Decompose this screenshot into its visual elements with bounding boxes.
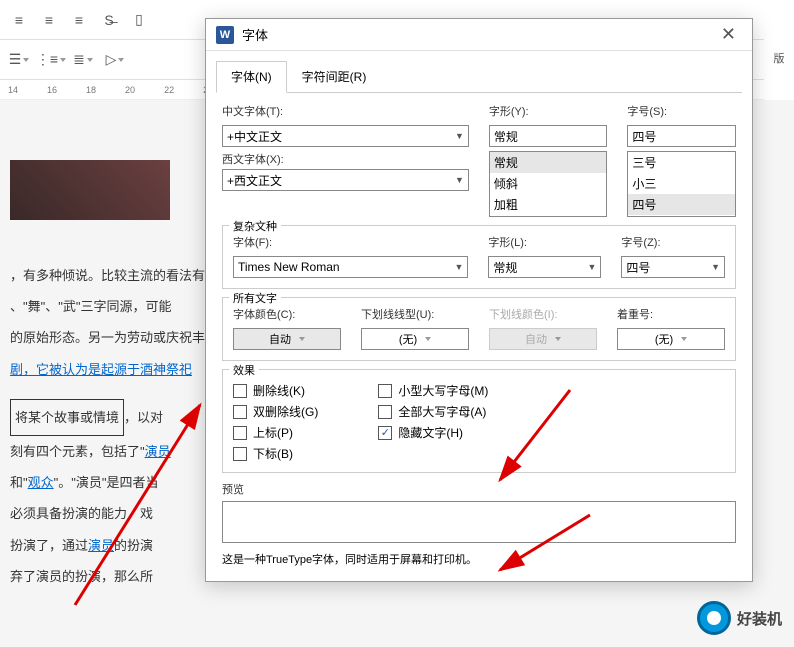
group-complex: 复杂文种 字体(F): 字形(L): 字号(Z): Times New Roma… — [222, 225, 736, 289]
check-allcaps[interactable]: 全部大写字母(A) — [378, 403, 488, 420]
group-title-effects: 效果 — [229, 362, 259, 378]
doc-line: 的原始形态。另一为劳动或庆祝丰 — [10, 322, 220, 353]
label-west-font: 西文字体(X): — [222, 151, 469, 167]
doc-line: 刻有四个元素，包括了"演员 — [10, 436, 220, 467]
list-outline-icon[interactable]: ≣ — [72, 49, 94, 71]
label-preview: 预览 — [222, 481, 736, 497]
chevron-down-icon: ▼ — [455, 262, 464, 272]
align-left-icon[interactable]: ≡ — [8, 9, 30, 31]
chevron-down-icon: ▼ — [455, 175, 464, 185]
tab-spacing[interactable]: 字符间距(R) — [287, 61, 382, 92]
complex-size-combo[interactable]: 四号▼ — [621, 256, 725, 278]
list-number-icon[interactable]: ⋮≡ — [40, 49, 62, 71]
group-effects: 效果 删除线(K) 双删除线(G) 上标(P) 下标(B) 小型大写字母(M) … — [222, 369, 736, 473]
underline-color-button: 自动 — [489, 328, 597, 350]
doc-line: 必须具备扮演的能力，戏 — [10, 498, 220, 529]
label-emphasis: 着重号: — [617, 306, 725, 322]
close-icon[interactable]: ✕ — [715, 24, 742, 45]
list-item: 倾斜 — [490, 173, 607, 194]
document-image — [10, 160, 170, 220]
dialog-title: 字体 — [242, 25, 715, 44]
group-preview: 预览 这是一种TrueType字体，同时适用于屏幕和打印机。 — [222, 481, 736, 567]
align-right-icon[interactable]: ≡ — [68, 9, 90, 31]
indent-icon[interactable]: ▷ — [104, 49, 126, 71]
link-audience[interactable]: 观众 — [28, 475, 54, 490]
size-listbox[interactable]: 三号 小三 四号 — [627, 151, 736, 217]
right-panel: 版 — [764, 0, 794, 100]
doc-line: 弃了演员的扮演，那么所 — [10, 561, 220, 592]
document-body: ，有多种倾说。比较主流的看法有三 、"舞"、"武"三字同源，可能 的原始形态。另… — [0, 100, 220, 602]
list-item: 加粗 — [490, 194, 607, 215]
chevron-down-icon: ▼ — [588, 262, 597, 272]
doc-line: ，有多种倾说。比较主流的看法有三 — [10, 260, 220, 291]
check-superscript[interactable]: 上标(P) — [233, 424, 318, 441]
font-color-button[interactable]: 自动 — [233, 328, 341, 350]
check-smallcaps[interactable]: 小型大写字母(M) — [378, 382, 488, 399]
tab-font[interactable]: 字体(N) — [216, 61, 287, 93]
check-strike[interactable]: 删除线(K) — [233, 382, 318, 399]
doc-line: 将某个故事或情境，以对 — [10, 399, 220, 436]
size-input[interactable]: 四号 — [627, 125, 736, 147]
list-item: 四号 — [628, 194, 735, 215]
list-bullet-icon[interactable]: ☰ — [8, 49, 30, 71]
selected-text[interactable]: 将某个故事或情境 — [10, 399, 124, 436]
font-dialog: W 字体 ✕ 字体(N) 字符间距(R) 中文字体(T): 字形(Y): 字号(… — [205, 18, 753, 582]
check-dblstrike[interactable]: 双删除线(G) — [233, 403, 318, 420]
group-title-complex: 复杂文种 — [229, 218, 281, 234]
cn-font-combo[interactable]: +中文正文▼ — [222, 125, 469, 147]
link-actor-2[interactable]: 演员 — [88, 538, 114, 553]
complex-style-combo[interactable]: 常规▼ — [488, 256, 601, 278]
doc-line: 、"舞"、"武"三字同源，可能 — [10, 291, 220, 322]
link-actor[interactable]: 演员 — [145, 444, 171, 459]
chevron-down-icon: ▼ — [455, 131, 464, 141]
emphasis-button[interactable]: (无) — [617, 328, 725, 350]
label-underline: 下划线线型(U): — [361, 306, 469, 322]
word-icon: W — [216, 26, 234, 44]
label-cn-font: 中文字体(T): — [222, 103, 469, 119]
align-center-icon[interactable]: ≡ — [38, 9, 60, 31]
dialog-titlebar: W 字体 ✕ — [206, 19, 752, 51]
doc-link-ju: 剧，它被认为是起源于酒神祭祀 — [10, 362, 192, 377]
list-item: 小三 — [628, 173, 735, 194]
doc-line: 扮演了，通过演员的扮演 — [10, 530, 220, 561]
label-size-z: 字号(Z): — [621, 234, 725, 250]
dialog-tabs: 字体(N) 字符间距(R) — [216, 61, 742, 93]
complex-font-combo[interactable]: Times New Roman▼ — [233, 256, 468, 278]
logo-text: 好装机 — [737, 608, 782, 629]
list-item: 三号 — [628, 152, 735, 173]
label-size: 字号(S): — [627, 103, 736, 119]
group-alltext: 所有文字 字体颜色(C): 下划线线型(U): 下划线颜色(I): 着重号: 自… — [222, 297, 736, 361]
group-title-alltext: 所有文字 — [229, 290, 281, 306]
style-input[interactable]: 常规 — [489, 125, 608, 147]
preview-box — [222, 501, 736, 543]
label-font-color: 字体颜色(C): — [233, 306, 341, 322]
label-style: 字形(Y): — [489, 103, 608, 119]
list-item: 常规 — [490, 152, 607, 173]
strikethrough-icon[interactable]: S̶ — [98, 9, 120, 31]
chevron-down-icon: ▼ — [711, 262, 720, 272]
logo-icon — [697, 601, 731, 635]
label-style-l: 字形(L): — [488, 234, 601, 250]
preview-note: 这是一种TrueType字体，同时适用于屏幕和打印机。 — [222, 551, 736, 567]
style-listbox[interactable]: 常规 倾斜 加粗 — [489, 151, 608, 217]
doc-line: 和"观众"。"演员"是四者当 — [10, 467, 220, 498]
highlight-icon[interactable]: ▯ — [128, 9, 150, 31]
check-subscript[interactable]: 下标(B) — [233, 445, 318, 462]
label-underline-color: 下划线颜色(I): — [489, 306, 597, 322]
watermark-logo: 好装机 — [697, 601, 782, 635]
label-font-f: 字体(F): — [233, 234, 468, 250]
underline-button[interactable]: (无) — [361, 328, 469, 350]
check-hidden[interactable]: 隐藏文字(H) — [378, 424, 488, 441]
west-font-combo[interactable]: +西文正文▼ — [222, 169, 469, 191]
doc-line: 剧，它被认为是起源于酒神祭祀 — [10, 354, 220, 385]
